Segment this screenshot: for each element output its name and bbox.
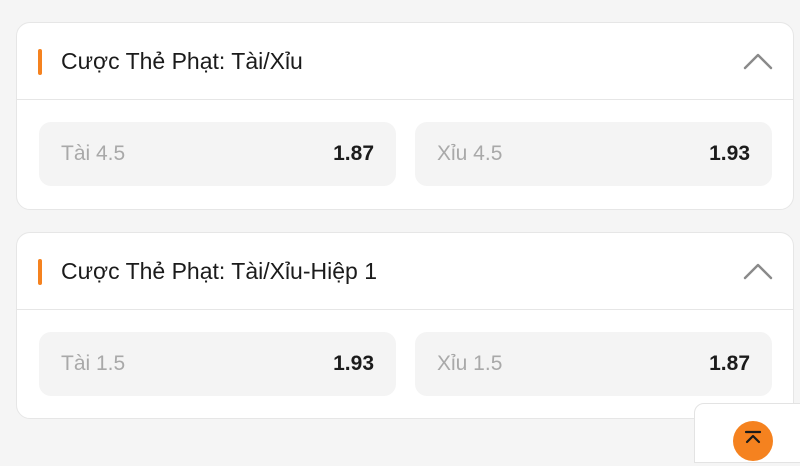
accent-bar	[38, 49, 42, 75]
odd-value: 1.87	[709, 352, 750, 375]
odds-row: Tài 1.5 1.93 Xỉu 1.5 1.87	[17, 310, 793, 418]
market-title: Cược Thẻ Phạt: Tài/Xỉu	[61, 48, 303, 74]
accent-bar	[38, 259, 42, 285]
scroll-to-top-icon	[744, 430, 762, 444]
odds-row: Tài 4.5 1.87 Xỉu 4.5 1.93	[17, 100, 793, 209]
odd-value: 1.87	[333, 142, 374, 165]
collapse-button[interactable]	[741, 257, 775, 285]
market-title: Cược Thẻ Phạt: Tài/Xỉu-Hiệp 1	[61, 258, 377, 284]
odd-button-under[interactable]: Xỉu 1.5 1.87	[415, 332, 772, 396]
chevron-up-icon	[743, 263, 773, 280]
chevron-up-icon	[743, 53, 773, 70]
odd-label: Xỉu 4.5	[437, 142, 503, 165]
market-card-total-cards-first-half: Cược Thẻ Phạt: Tài/Xỉu-Hiệp 1 Tài 1.5 1.…	[16, 232, 794, 419]
scroll-to-top-button[interactable]	[733, 421, 773, 461]
collapse-button[interactable]	[741, 47, 775, 75]
odd-button-under[interactable]: Xỉu 4.5 1.93	[415, 122, 772, 186]
market-header[interactable]: Cược Thẻ Phạt: Tài/Xỉu	[17, 23, 793, 100]
market-card-total-cards: Cược Thẻ Phạt: Tài/Xỉu Tài 4.5 1.87 Xỉu …	[16, 22, 794, 210]
odd-value: 1.93	[709, 142, 750, 165]
odd-label: Xỉu 1.5	[437, 352, 503, 375]
odd-value: 1.93	[333, 352, 374, 375]
odd-label: Tài 1.5	[61, 352, 126, 375]
odd-label: Tài 4.5	[61, 142, 126, 165]
market-header[interactable]: Cược Thẻ Phạt: Tài/Xỉu-Hiệp 1	[17, 233, 793, 310]
odd-button-over[interactable]: Tài 4.5 1.87	[39, 122, 396, 186]
odd-button-over[interactable]: Tài 1.5 1.93	[39, 332, 396, 396]
floating-panel	[694, 403, 800, 463]
